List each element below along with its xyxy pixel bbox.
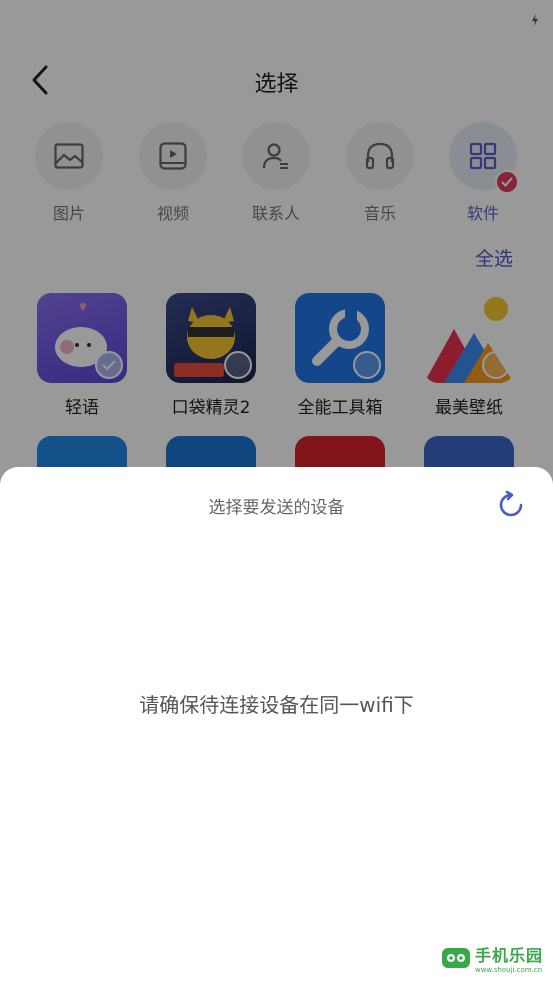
sheet-title: 选择要发送的设备 (208, 498, 345, 518)
watermark-main: 手机乐园 (474, 946, 543, 965)
device-select-sheet: 选择要发送的设备 请确保待连接设备在同一wifi下 手机乐园 www.shouj… (0, 467, 553, 984)
app-screen: 3:42 选择 图片 视频 联系人 音乐 软件 全选 轻语 口袋精灵2 全能工具… (0, 0, 553, 984)
refresh-button[interactable] (495, 489, 527, 521)
watermark: 手机乐园 www.shouji.com.cn (441, 942, 543, 974)
watermark-text: 手机乐园 www.shouji.com.cn (475, 942, 543, 974)
empty-state-message: 请确保待连接设备在同一wifi下 (139, 693, 414, 717)
refresh-icon (499, 491, 523, 517)
watermark-sub: www.shouji.com.cn (474, 966, 543, 974)
watermark-logo-icon (441, 948, 470, 968)
